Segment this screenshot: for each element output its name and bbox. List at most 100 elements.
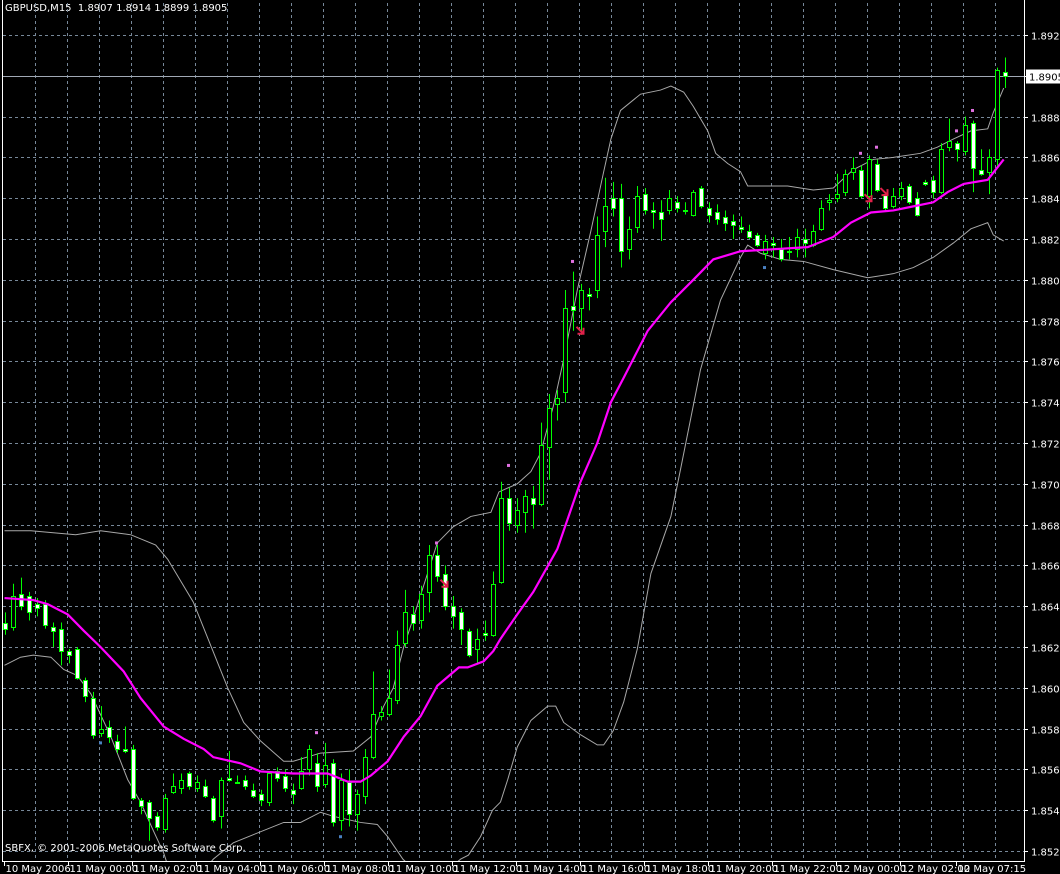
price-chart[interactable]: 1.8925 1.8905 1.8885 1.8865 1.8845 1.8825 1.88… [0, 0, 1060, 874]
candle-body [963, 125, 968, 152]
candle-body [131, 749, 136, 799]
time-tick-label: 11 May 14:00 [518, 864, 587, 874]
candle-body [379, 712, 384, 717]
candle-body [483, 633, 488, 636]
bear-candle [331, 759, 336, 827]
price-tick-label: 1.8725 [1031, 440, 1060, 451]
candle-body [747, 231, 752, 238]
candle-body [307, 749, 312, 770]
candle-body [411, 614, 416, 624]
candle-body [155, 816, 160, 828]
candle-body [723, 217, 728, 224]
candle-body [435, 555, 440, 577]
candle-body [451, 606, 456, 617]
candle-body [971, 123, 976, 169]
bull-candle [491, 571, 496, 637]
candle-body [267, 773, 272, 803]
candle-body [179, 780, 184, 789]
bull-candle [835, 173, 840, 203]
bear-candle [955, 141, 960, 162]
price-tick-label: 1.8545 [1031, 807, 1060, 818]
candle-body [907, 186, 912, 203]
candle-body [731, 221, 736, 226]
bear-candle [443, 565, 448, 611]
time-tick-label: 11 May 20:00 [710, 864, 779, 874]
price-tick-label: 1.8685 [1031, 522, 1060, 533]
candle-body [163, 798, 168, 830]
candle-body [67, 651, 72, 656]
price-tick-label: 1.8865 [1031, 154, 1060, 165]
candle-body [651, 210, 656, 213]
bull-candle [899, 181, 904, 201]
candle-body [507, 498, 512, 524]
bear-candle [483, 620, 488, 641]
time-tick-label: 11 May 08:00 [326, 864, 395, 874]
fractal-up-marker [971, 108, 974, 112]
price-tick-label: 1.8705 [1031, 481, 1060, 492]
bull-candle [99, 706, 104, 737]
bear-candle [227, 751, 232, 782]
bull-candle [219, 777, 224, 829]
bear-candle [19, 577, 24, 611]
candle-body [571, 306, 576, 311]
bear-candle [931, 175, 936, 199]
candle-body [75, 649, 80, 679]
candle-body [419, 594, 424, 621]
candle-body [779, 249, 784, 260]
candle-body [867, 159, 872, 197]
price-tick-label: 1.8765 [1031, 358, 1060, 369]
bull-candle [523, 489, 528, 533]
candle-body [923, 182, 928, 185]
candle-body [211, 798, 216, 821]
price-axis: 1.8925 1.8905 1.8885 1.8865 1.8845 1.8825 1.88… [1024, 32, 1060, 859]
time-tick-label: 11 May 18:00 [646, 864, 715, 874]
bear-candle [211, 795, 216, 823]
fractal-up-marker [859, 151, 862, 155]
candle-body [851, 168, 856, 173]
candle-body [115, 741, 120, 750]
candle-body [531, 498, 536, 505]
candle-body [643, 194, 648, 211]
bull-candle [819, 200, 824, 231]
bear-candle [1003, 57, 1008, 89]
candle-body [547, 408, 552, 448]
bull-candle [939, 143, 944, 195]
bull-candle [307, 744, 312, 776]
candle-body [667, 198, 672, 211]
candle-body [715, 212, 720, 220]
candle-body [139, 800, 144, 807]
bull-candle [371, 671, 376, 760]
time-tick-label: 11 May 10:00 [390, 864, 459, 874]
bear-candle [123, 726, 128, 754]
bull-candle [323, 742, 328, 788]
bear-candle [771, 236, 776, 258]
bear-candle [67, 649, 72, 664]
candle-body [99, 729, 104, 734]
time-tick-label: 11 May 16:00 [582, 864, 651, 874]
candle-body [523, 496, 528, 513]
candle-body [787, 251, 792, 253]
bear-candle [459, 608, 464, 645]
bear-candle [275, 767, 280, 782]
candle-body [283, 776, 288, 789]
price-tick-label: 1.8665 [1031, 562, 1060, 573]
grid [3, 3, 1024, 861]
candle-body [427, 555, 432, 593]
bear-candle [803, 228, 808, 258]
time-tick-label: 12 May 00:00 [838, 864, 907, 874]
candle-body [627, 229, 632, 250]
candle-body [611, 198, 616, 209]
candle-body [691, 192, 696, 216]
candle-body [355, 794, 360, 815]
bull-candle [667, 190, 672, 215]
bull-candle [891, 188, 896, 209]
candle-body [475, 639, 480, 650]
upper-bollinger-band [4, 85, 1005, 762]
time-tick-label: 11 May 12:00 [454, 864, 523, 874]
candle-body [603, 206, 608, 232]
candle-body [859, 170, 864, 197]
bull-candle [11, 583, 16, 631]
candle-body [939, 149, 944, 193]
bull-candle [235, 775, 240, 784]
candle-body [1003, 72, 1008, 77]
